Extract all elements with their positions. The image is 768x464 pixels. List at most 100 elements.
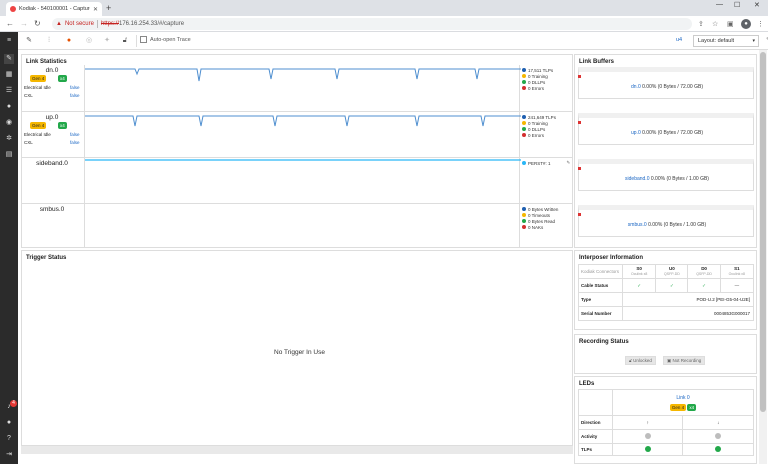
edit-sideband-icon[interactable]: ✎ xyxy=(567,160,571,166)
list-icon[interactable]: ☰ xyxy=(4,86,14,96)
buffer-text: dn.0 0.00% (0 Bytes / 72.00 GB) xyxy=(631,84,703,90)
link-header: Link 0 Gen 4 x4 xyxy=(612,389,754,416)
sideband-trace-svg xyxy=(85,159,521,161)
cxl-value: false xyxy=(70,140,80,145)
trigger-icon[interactable]: ✦ xyxy=(100,35,114,47)
leds-panel: LEDs Link 0 Gen 4 x4 Direction ↑ ↓ Activ… xyxy=(574,376,757,464)
unlocked-button[interactable]: 🔓︎ Unlocked xyxy=(625,356,656,365)
width-badge: x4 xyxy=(58,75,67,82)
dn0-trace-line xyxy=(85,68,521,82)
recording-status-title: Recording Status xyxy=(579,339,629,345)
buffer-dn0: dn.0 0.00% (0 Bytes / 72.00 GB) xyxy=(578,67,754,99)
trigger-status-panel: Trigger Status No Trigger In Use xyxy=(21,250,573,446)
column-header: D0 QSFP-DD xyxy=(687,264,721,279)
logout-icon[interactable]: ⇥ xyxy=(4,450,14,460)
column-header: S0 Oculink x8 xyxy=(621,264,657,279)
account-icon[interactable]: ● xyxy=(4,418,14,428)
smbus-trace xyxy=(84,204,520,248)
configure-icon[interactable]: ✎ xyxy=(22,35,36,47)
bar-chart-icon[interactable]: ⫶ xyxy=(42,35,56,47)
browser-menu-icon[interactable]: ⋮ xyxy=(757,20,764,28)
forward-icon[interactable]: → xyxy=(20,19,28,28)
user-icon[interactable]: ● xyxy=(4,102,14,112)
lane-up0: up.0 Gen 4 x4 Electrical Idle false CXL … xyxy=(22,111,572,158)
leds-table: Link 0 Gen 4 x4 Direction ↑ ↓ Activity T… xyxy=(578,389,754,456)
interposer-title: Interposer Information xyxy=(579,255,644,261)
menu-icon[interactable]: ≡ xyxy=(4,36,14,46)
lane-name: sideband.0 xyxy=(36,160,68,167)
scrollbar-thumb[interactable] xyxy=(760,52,766,412)
profile-icon[interactable]: ● xyxy=(741,19,751,29)
browser-tab[interactable]: Kodiak - 540100001 - Capture ✕ xyxy=(6,2,102,16)
up0-trace-svg xyxy=(85,115,521,127)
lane-dn0: dn.0 Gen 4 x4 Electrical Idle false CXL … xyxy=(22,65,572,111)
sideband-trace xyxy=(84,158,521,204)
electrical-idle-value: false xyxy=(70,132,80,137)
arrow-down-icon: ↓ xyxy=(682,415,754,430)
new-tab-icon[interactable]: + xyxy=(106,3,111,13)
wrench-icon[interactable]: ✎ xyxy=(4,54,14,64)
user-indicator[interactable]: u4 xyxy=(676,37,682,43)
interposer-panel: Interposer Information Kodiak Connectors… xyxy=(574,250,757,330)
connectors-header: Kodiak Connectors xyxy=(578,264,623,279)
gauge-icon[interactable]: ◉ xyxy=(4,118,14,128)
settings-icon[interactable]: ✲ xyxy=(4,134,14,144)
app-sidebar: ≡ ✎ ▦ ☰ ● ◉ ✲ ▤ ♪ 4 ● ? ⇥ xyxy=(0,32,18,464)
reload-icon[interactable]: ↻ xyxy=(34,19,41,28)
kodiak-favicon-icon xyxy=(10,6,16,12)
buffer-smbus0: smbus.0 0.00% (0 Bytes / 1.00 GB) xyxy=(578,205,754,237)
buffer-text: sideband.0 0.00% (0 Bytes / 1.00 GB) xyxy=(625,176,709,182)
buffer-marker xyxy=(578,75,581,78)
lane-name: dn.0 xyxy=(45,67,59,74)
sideband-legend: PERST#: 1 ✎ xyxy=(522,160,576,166)
chart-icon[interactable]: ▦ xyxy=(4,70,14,80)
stop-icon[interactable]: ◎ xyxy=(82,35,96,47)
notification-badge: 4 xyxy=(10,400,17,407)
legend-item: PERST#: 1 ✎ xyxy=(522,160,576,166)
side-panel-icon[interactable]: ▣ xyxy=(727,20,734,28)
type-label: Type xyxy=(578,292,623,307)
close-window-icon[interactable]: ✕ xyxy=(754,1,760,9)
address-input[interactable]: ▲ Not secure https://176.16.254.33/#/cap… xyxy=(52,18,692,30)
help-icon[interactable]: ? xyxy=(4,434,14,444)
gen-badge: Gen 4 xyxy=(30,122,47,129)
column-header: U0 QSFP-DD xyxy=(655,264,689,279)
check-icon: ✓ xyxy=(687,278,721,293)
share-icon[interactable]: ⇪ xyxy=(698,20,704,28)
maximize-window-icon[interactable]: ☐ xyxy=(734,1,740,9)
auto-open-checkbox[interactable] xyxy=(140,36,147,43)
tlps-led xyxy=(611,443,684,456)
document-icon[interactable]: ▤ xyxy=(4,150,14,160)
close-tab-icon[interactable]: ✕ xyxy=(93,6,98,13)
gen-badge: Gen 4 xyxy=(669,403,687,411)
back-icon[interactable]: ← xyxy=(6,19,14,28)
buffer-text: smbus.0 0.00% (0 Bytes / 1.00 GB) xyxy=(627,222,707,228)
type-value: POD-U.2 [PEI-G5-04-U2E] xyxy=(622,292,754,307)
not-recording-button[interactable]: ▣ Not Recording xyxy=(663,356,706,365)
auto-open-toggle[interactable]: Auto-open Trace xyxy=(140,36,191,43)
minimize-window-icon[interactable]: — xyxy=(716,1,723,8)
layout-select[interactable]: Layout: default ▾ xyxy=(693,35,759,47)
buffer-text: up.0 0.00% (0 Bytes / 72.00 GB) xyxy=(631,130,703,136)
check-icon: ✓ xyxy=(655,278,689,293)
link-buffers-panel: Link Buffers dn.0 0.00% (0 Bytes / 72.00… xyxy=(574,54,757,248)
browser-tabbar: Kodiak - 540100001 - Capture ✕ + — ☐ ✕ xyxy=(0,0,768,16)
legend-item: 0 NAKs xyxy=(522,224,576,230)
lane-name: smbus.0 xyxy=(39,206,65,213)
serial-value: 0004853G000017 xyxy=(622,306,754,321)
width-badge: x4 xyxy=(687,403,697,411)
recording-status-panel: Recording Status 🔓︎ Unlocked ▣ Not Recor… xyxy=(574,334,757,374)
link-label: Link 0 xyxy=(676,394,690,401)
star-icon[interactable]: ☆ xyxy=(712,20,718,28)
lane-name: up.0 xyxy=(45,114,59,121)
warning-icon: ▲ xyxy=(56,21,62,27)
buffer-marker xyxy=(578,213,581,216)
width-badge: x4 xyxy=(58,122,67,129)
lock-icon[interactable]: 🔓︎ xyxy=(118,35,132,47)
auto-open-label: Auto-open Trace xyxy=(150,36,191,43)
dn0-trace xyxy=(84,65,521,111)
chevron-down-icon: ▾ xyxy=(752,38,755,44)
record-icon[interactable]: ● xyxy=(62,35,76,47)
gen-badge: Gen 4 xyxy=(30,75,47,82)
page-scrollbar[interactable] xyxy=(759,50,767,464)
